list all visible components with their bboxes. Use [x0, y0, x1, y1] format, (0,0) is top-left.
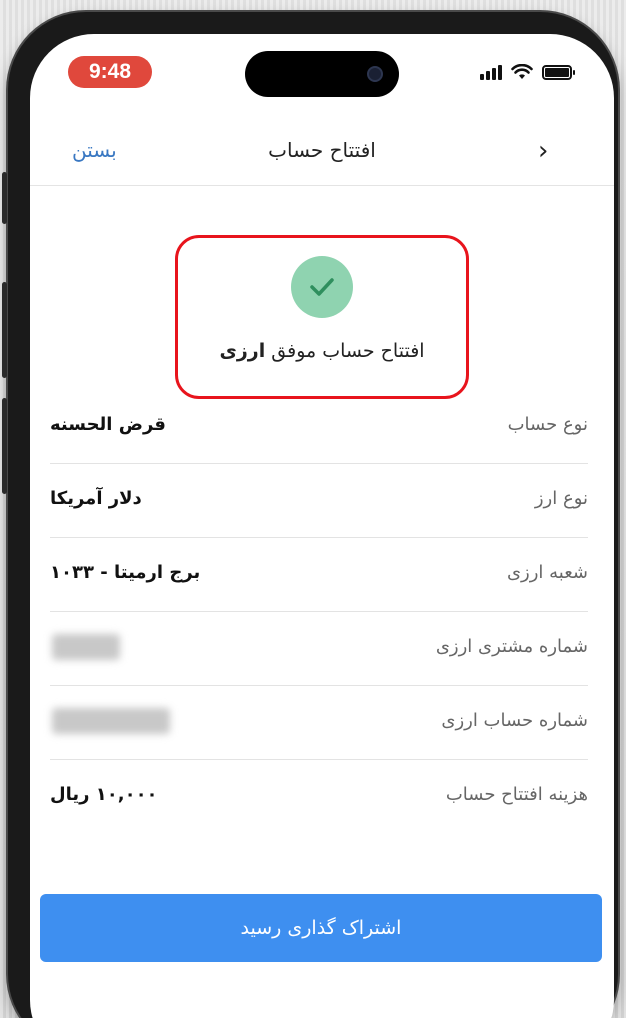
- detail-label: نوع ارز: [534, 488, 588, 509]
- details-list: نوع حساب قرض الحسنه نوع ارز دلار آمریکا …: [50, 390, 588, 834]
- share-receipt-button[interactable]: اشتراک گذاری رسید: [40, 894, 602, 962]
- detail-row-customer-number: شماره مشتری ارزی: [50, 612, 588, 686]
- volume-up-button: [2, 282, 7, 378]
- success-panel: افتتاح حساب موفق ارزی: [175, 235, 469, 399]
- detail-label: هزینه افتتاح حساب: [445, 784, 588, 805]
- detail-row-opening-fee: هزینه افتتاح حساب ۱۰,۰۰۰ ریال: [50, 760, 588, 834]
- redacted-value: [52, 634, 120, 660]
- detail-value: قرض الحسنه: [50, 414, 166, 435]
- dynamic-island: [245, 51, 399, 97]
- detail-row-currency-type: نوع ارز دلار آمریکا: [50, 464, 588, 538]
- screen: 9:48 › افتتاح حساب بستن افتتاح حساب موفق…: [30, 34, 614, 1018]
- detail-value: دلار آمریکا: [50, 488, 142, 509]
- detail-value: برج ارمیتا - ۱۰۳۳: [50, 562, 201, 583]
- signal-icon: [480, 64, 502, 80]
- detail-value: ۱۰,۰۰۰ ریال: [50, 784, 158, 805]
- battery-icon: [542, 64, 575, 80]
- success-message-prefix: افتتاح حساب موفق: [271, 340, 425, 362]
- detail-label: شماره مشتری ارزی: [435, 636, 588, 657]
- page-title: افتتاح حساب: [268, 138, 376, 162]
- detail-label: شماره حساب ارزی: [441, 710, 588, 731]
- redacted-value: [52, 708, 170, 734]
- mute-switch: [2, 172, 7, 224]
- status-icons: [480, 64, 575, 80]
- camera-icon: [367, 66, 383, 82]
- detail-row-account-number: شماره حساب ارزی: [50, 686, 588, 760]
- success-message: افتتاح حساب موفق ارزی: [178, 340, 466, 362]
- detail-label: شعبه ارزی: [506, 562, 588, 583]
- detail-row-account-type: نوع حساب قرض الحسنه: [50, 390, 588, 464]
- volume-down-button: [2, 398, 7, 494]
- app-header: › افتتاح حساب بستن: [30, 130, 614, 186]
- detail-label: نوع حساب: [507, 414, 588, 435]
- detail-row-branch: شعبه ارزی برج ارمیتا - ۱۰۳۳: [50, 538, 588, 612]
- close-button[interactable]: بستن: [72, 138, 117, 162]
- check-icon: [291, 256, 353, 318]
- wifi-icon: [511, 64, 533, 79]
- success-message-bold: ارزی: [219, 340, 266, 362]
- status-time: 9:48: [68, 56, 152, 88]
- phone-frame: 9:48 › افتتاح حساب بستن افتتاح حساب موفق…: [2, 12, 618, 1018]
